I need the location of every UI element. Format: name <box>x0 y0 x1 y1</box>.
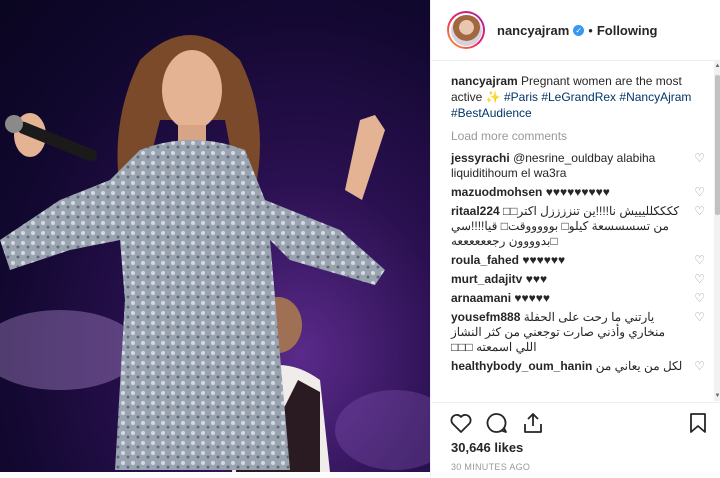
separator-dot: • <box>588 22 593 38</box>
scroll-thumb[interactable] <box>715 75 720 215</box>
comment-row: mazuodmohsen ♥♥♥♥♥♥♥♥♥ ♡ <box>451 183 705 202</box>
likes-count[interactable]: 30,646 likes <box>451 440 523 455</box>
follow-status-button[interactable]: Following <box>597 23 658 38</box>
comment-username[interactable]: yousefm888 <box>451 310 520 324</box>
comment-text: ♥♥♥♥♥♥♥♥♥ <box>545 185 610 199</box>
post-timestamp[interactable]: 30 MINUTES AGO <box>451 462 530 472</box>
like-comment-heart-icon[interactable]: ♡ <box>685 185 705 200</box>
load-more-comments-link[interactable]: Load more comments <box>451 129 705 143</box>
comment-username[interactable]: murt_adajitv <box>451 272 522 286</box>
comment-text: ♥♥♥♥♥ <box>514 291 550 305</box>
comment-username[interactable]: jessyrachi <box>451 151 510 165</box>
comment-row: healthybody_oum_hanin لكل من يعاني من ♡ <box>451 357 705 376</box>
comment-username[interactable]: mazuodmohsen <box>451 185 542 199</box>
hashtag-link[interactable]: #BestAudience <box>451 106 532 120</box>
comment-row: arnaamani ♥♥♥♥♥ ♡ <box>451 289 705 308</box>
comment-row: ritaal224 ككككلليييش نا!!!!ين تنززززل اك… <box>451 202 705 251</box>
like-comment-heart-icon[interactable]: ♡ <box>685 310 705 325</box>
comment-row: jessyrachi @nesrine_ouldbay alabiha liqu… <box>451 149 705 183</box>
bookmark-icon[interactable] <box>686 411 710 435</box>
avatar[interactable] <box>447 11 485 49</box>
scroll-down-arrow-icon[interactable]: ▼ <box>714 391 720 401</box>
like-comment-heart-icon[interactable]: ♡ <box>685 291 705 306</box>
like-heart-icon[interactable] <box>449 411 473 435</box>
comment-username[interactable]: arnaamani <box>451 291 511 305</box>
comments-list: nancyajram Pregnant women are the most a… <box>431 61 713 401</box>
verified-badge-icon: ✓ <box>573 24 585 36</box>
hashtag-link[interactable]: #NancyAjram <box>619 90 691 104</box>
like-comment-heart-icon[interactable]: ♡ <box>685 359 705 374</box>
comment-row: murt_adajitv ♥♥♥ ♡ <box>451 270 705 289</box>
comment-username[interactable]: healthybody_oum_hanin <box>451 359 592 373</box>
comment-username[interactable]: ritaal224 <box>451 204 500 218</box>
caption-username[interactable]: nancyajram <box>451 74 518 88</box>
hashtag-link[interactable]: #Paris <box>504 90 538 104</box>
scroll-up-arrow-icon[interactable]: ▲ <box>714 61 720 71</box>
comment-row: yousefm888 يارتني ما رحت على الحفلة منخا… <box>451 308 705 357</box>
comment-bubble-icon[interactable] <box>485 411 509 435</box>
share-icon[interactable] <box>521 411 545 435</box>
like-comment-heart-icon[interactable]: ♡ <box>685 204 705 219</box>
post-photo[interactable] <box>0 0 430 472</box>
author-username[interactable]: nancyajram <box>497 23 569 38</box>
comment-username[interactable]: roula_fahed <box>451 253 519 267</box>
like-comment-heart-icon[interactable]: ♡ <box>685 272 705 287</box>
post-caption: nancyajram Pregnant women are the most a… <box>451 73 705 121</box>
post-header: nancyajram ✓ • Following <box>431 0 720 61</box>
like-comment-heart-icon[interactable]: ♡ <box>685 253 705 268</box>
comment-text: ♥♥♥ <box>525 272 548 286</box>
comments-scrollbar[interactable]: ▲ ▼ <box>714 61 720 401</box>
like-comment-heart-icon[interactable]: ♡ <box>685 151 705 166</box>
comment-text: لكل من يعاني من <box>595 359 683 373</box>
concert-photo-illustration <box>0 35 430 472</box>
comment-text: ♥♥♥♥♥♥ <box>522 253 566 267</box>
hashtag-link[interactable]: #LeGrandRex <box>541 90 616 104</box>
post-sidebar: nancyajram ✓ • Following nancyajram Preg… <box>430 0 720 477</box>
comment-row: roula_fahed ♥♥♥♥♥♥ ♡ <box>451 251 705 270</box>
